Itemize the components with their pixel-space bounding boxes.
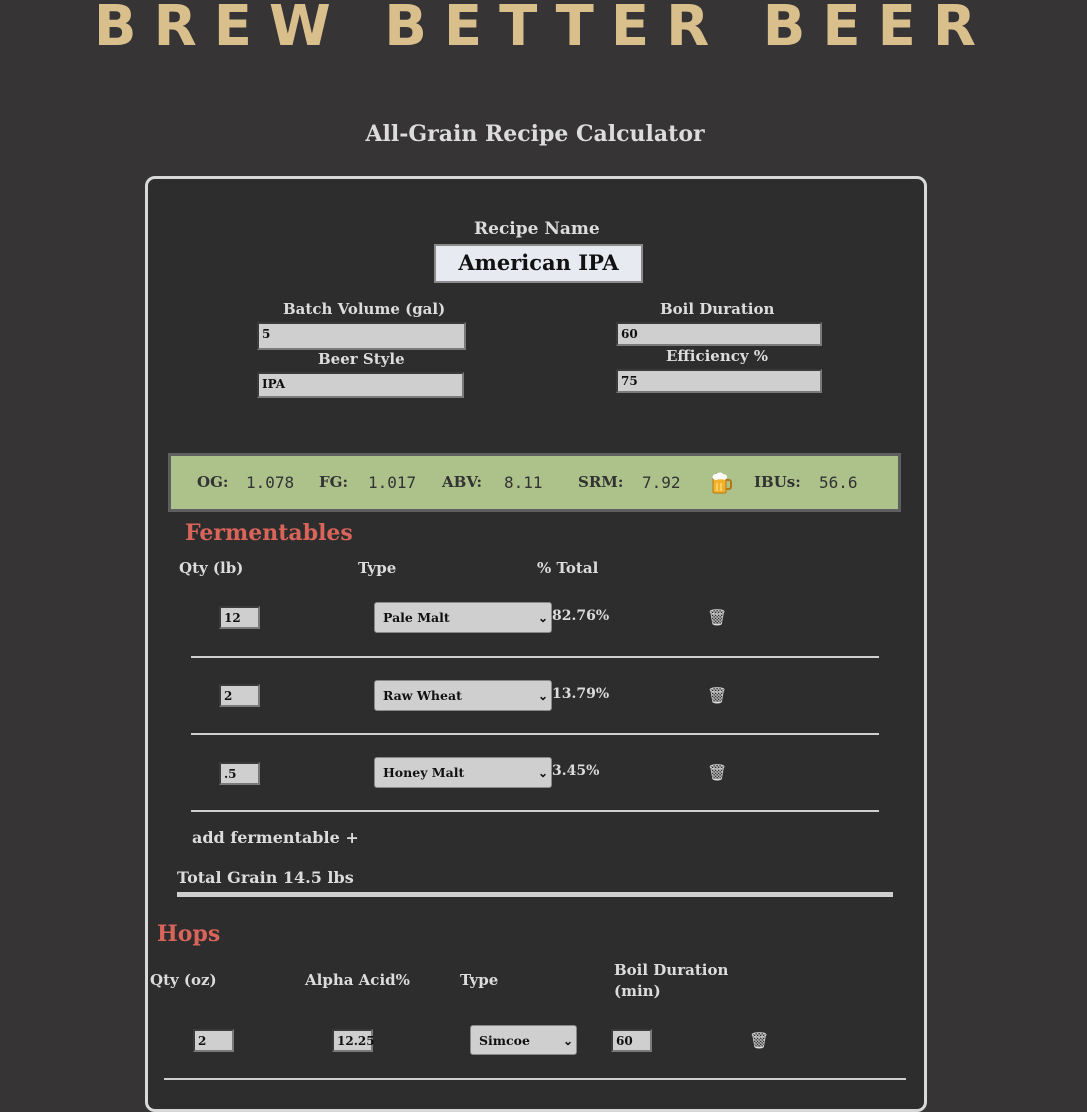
efficiency-label: Efficiency % [666, 347, 769, 365]
hop-type-select[interactable]: Simcoe ⌄ [470, 1025, 577, 1055]
row-divider [164, 1078, 906, 1080]
batch-volume-input[interactable]: 5 [257, 322, 466, 350]
og-label: OG: [197, 473, 229, 491]
fermentable-qty-input[interactable]: .5 [219, 762, 260, 785]
srm-label: SRM: [578, 473, 624, 491]
fermentable-type-select[interactable]: Pale Malt ⌄ [374, 602, 552, 633]
calculator-panel [145, 176, 927, 1112]
hops-col-type: Type [460, 971, 499, 989]
fermentable-pct: 3.45% [552, 763, 600, 779]
fermentable-qty-input[interactable]: 2 [219, 684, 260, 707]
hop-qty-input[interactable]: 2 [193, 1029, 234, 1052]
total-divider [177, 892, 893, 897]
recipe-name-label: Recipe Name [474, 219, 600, 239]
chevron-down-icon: ⌄ [537, 611, 548, 625]
ibu-value: 56.6 [819, 473, 858, 492]
efficiency-input[interactable]: 75 [616, 369, 822, 393]
hop-alpha-input[interactable]: 12.25 [332, 1029, 375, 1052]
hop-type-value: Simcoe [479, 1033, 530, 1048]
abv-label: ABV: [442, 473, 482, 491]
fermentable-pct: 13.79% [552, 686, 610, 702]
chevron-down-icon: ⌄ [537, 689, 548, 703]
add-fermentable-button[interactable]: add fermentable + [192, 828, 359, 847]
og-value: 1.078 [246, 473, 295, 492]
recipe-name-input[interactable]: American IPA [434, 244, 643, 283]
trash-icon[interactable]: 🗑 [707, 763, 727, 782]
beer-style-input[interactable]: IPA [257, 372, 464, 398]
trash-icon[interactable]: 🗑 [749, 1031, 769, 1050]
fermentable-type-value: Raw Wheat [383, 688, 462, 703]
fg-value: 1.017 [368, 473, 417, 492]
trash-icon[interactable]: 🗑 [707, 686, 727, 705]
fermentable-pct: 82.76% [552, 608, 610, 624]
abv-value: 8.11 [504, 473, 543, 492]
fermentables-col-pct: % Total [537, 559, 599, 577]
batch-volume-label: Batch Volume (gal) [283, 300, 446, 318]
fermentable-type-value: Honey Malt [383, 765, 465, 780]
hop-boil-input[interactable]: 60 [611, 1029, 652, 1052]
fermentables-col-qty: Qty (lb) [179, 559, 244, 577]
beer-style-label: Beer Style [318, 350, 405, 368]
page-title: All-Grain Recipe Calculator [365, 121, 705, 147]
fermentable-type-value: Pale Malt [383, 610, 450, 625]
fermentable-type-select[interactable]: Raw Wheat ⌄ [374, 680, 552, 711]
ibu-label: IBUs: [754, 473, 801, 491]
row-divider [191, 733, 879, 735]
trash-icon[interactable]: 🗑 [707, 608, 727, 627]
row-divider [191, 656, 879, 658]
chevron-down-icon: ⌄ [537, 766, 548, 780]
boil-duration-input[interactable]: 60 [616, 322, 822, 346]
beer-mug-icon [712, 472, 732, 494]
row-divider [191, 810, 879, 812]
fermentables-col-type: Type [358, 559, 397, 577]
hops-title: Hops [157, 921, 221, 947]
chevron-down-icon: ⌄ [562, 1034, 573, 1048]
hops-col-boil: Boil Duration (min) [614, 961, 729, 1000]
site-logo[interactable]: BREW BETTER BEER [0, 0, 1087, 59]
fermentables-title: Fermentables [185, 520, 353, 546]
hops-col-alpha: Alpha Acid% [305, 971, 410, 989]
fg-label: FG: [319, 473, 348, 491]
hops-col-qty: Qty (oz) [150, 971, 217, 989]
fermentable-type-select[interactable]: Honey Malt ⌄ [374, 757, 552, 788]
boil-duration-label: Boil Duration [660, 300, 775, 318]
srm-value: 7.92 [642, 473, 681, 492]
fermentable-qty-input[interactable]: 12 [219, 606, 260, 629]
total-grain-label: Total Grain 14.5 lbs [177, 868, 354, 887]
